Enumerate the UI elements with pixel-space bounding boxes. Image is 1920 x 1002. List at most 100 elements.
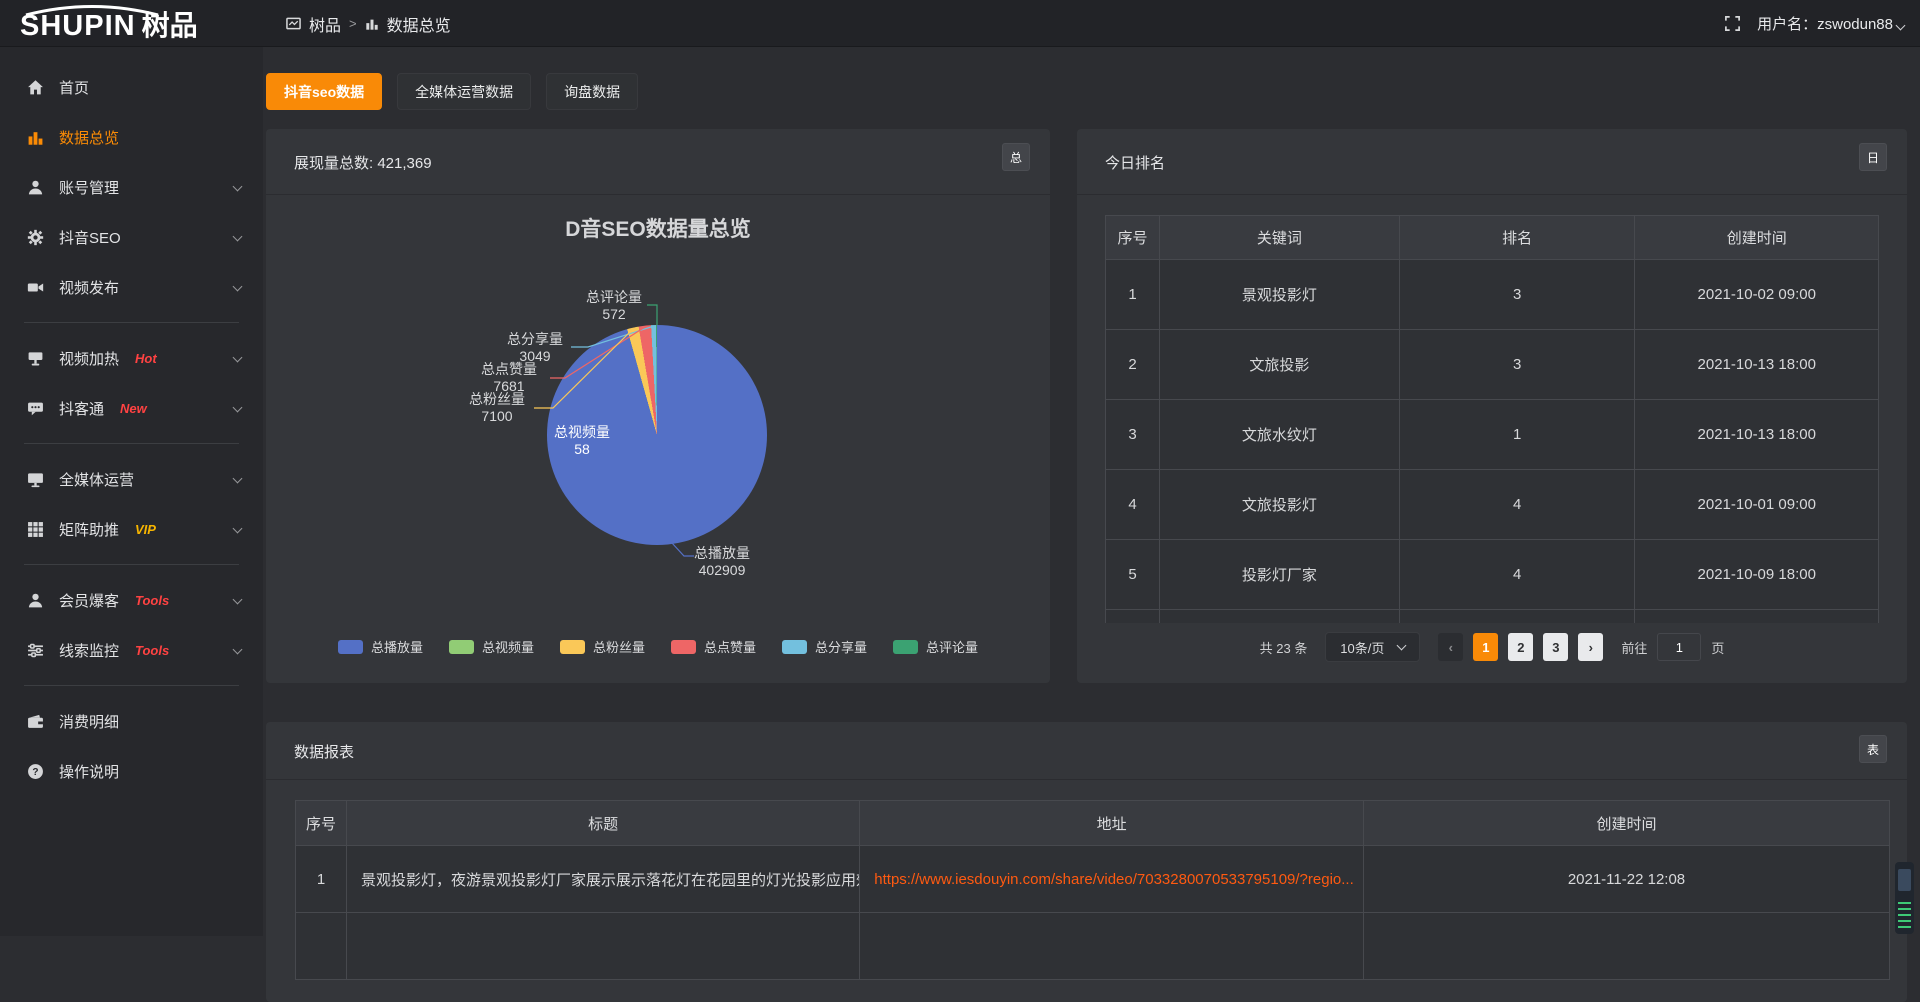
sidebar-item-media-operation[interactable]: 全媒体运营	[0, 454, 263, 504]
table-row-partial	[296, 913, 1890, 980]
username-label: 用户名：zswodun88	[1757, 16, 1893, 33]
chevron-down-icon	[233, 402, 243, 412]
pie-label-plays: 总播放量402909	[667, 545, 777, 579]
col-url: 地址	[860, 801, 1364, 846]
sidebar-divider	[24, 685, 239, 686]
overview-panel-header: 展现量总数: 421,369 总	[266, 129, 1050, 195]
table-row: 5投影灯厂家42021-10-09 18:00	[1106, 540, 1879, 610]
total-view-button[interactable]: 总	[1002, 143, 1030, 171]
table-header-row: 序号 关键词 排名 创建时间	[1106, 216, 1879, 260]
day-view-button[interactable]: 日	[1859, 143, 1887, 171]
grid-icon	[26, 520, 44, 538]
table-row-partial	[1106, 610, 1879, 624]
app-logo: SHUPIN 树品	[20, 4, 198, 44]
sidebar-item-member-baoke[interactable]: 会员爆客 Tools	[0, 575, 263, 625]
chevron-down-icon	[233, 281, 243, 291]
legend-item-videos[interactable]: 总视频量	[449, 637, 534, 656]
chat-icon	[26, 399, 44, 417]
sidebar-item-label: 抖音SEO	[59, 227, 121, 248]
heat-icon	[26, 349, 44, 367]
sidebar-item-help[interactable]: ? 操作说明	[0, 746, 263, 796]
legend-chip	[449, 640, 474, 654]
video-camera-icon	[26, 278, 44, 296]
breadcrumb-root[interactable]: 树品	[309, 12, 341, 36]
tab-inquiry[interactable]: 询盘数据	[546, 73, 638, 110]
sidebar-item-label: 首页	[59, 77, 89, 98]
monitor-icon	[26, 470, 44, 488]
gear-icon	[26, 228, 44, 246]
pie-chart-title: D音SEO数据量总览	[266, 213, 1050, 243]
ranking-panel-title: 今日排名	[1105, 129, 1165, 195]
bar-chart-icon	[365, 17, 379, 31]
report-table: 序号 标题 地址 创建时间 1 景观投影灯，夜游景观投影灯厂家展示展示落花灯在花…	[295, 800, 1890, 980]
legend-chip	[560, 640, 585, 654]
sidebar-item-label: 消费明细	[59, 711, 119, 732]
sidebar-item-video-publish[interactable]: 视频发布	[0, 262, 263, 312]
table-row: 3文旅水纹灯12021-10-13 18:00	[1106, 400, 1879, 470]
trend-icon	[286, 16, 301, 31]
prev-page-button[interactable]: ‹	[1438, 633, 1463, 661]
sidebar-divider	[24, 322, 239, 323]
vip-badge: VIP	[135, 522, 156, 537]
chevron-down-icon	[233, 594, 243, 604]
pie-label-likes: 总点赞量7681	[454, 361, 564, 395]
floating-widget[interactable]	[1895, 862, 1914, 934]
page-button-1[interactable]: 1	[1473, 633, 1498, 661]
pie-label-shares: 总分享量3049	[480, 331, 590, 365]
table-row: 1景观投影灯32021-10-02 09:00	[1106, 260, 1879, 330]
impressions-total: 展现量总数: 421,369	[294, 129, 432, 195]
legend-chip	[893, 640, 918, 654]
col-created: 创建时间	[1635, 216, 1879, 260]
table-header-row: 序号 标题 地址 创建时间	[296, 801, 1890, 846]
chevron-down-icon	[233, 352, 243, 362]
page-size-select[interactable]: 10条/页	[1325, 632, 1420, 662]
sidebar-item-douyin-seo[interactable]: 抖音SEO	[0, 212, 263, 262]
logo-arc-icon	[22, 4, 162, 16]
table-view-button[interactable]: 表	[1859, 735, 1887, 763]
wallet-icon	[26, 712, 44, 730]
tab-media-operation[interactable]: 全媒体运营数据	[397, 73, 531, 110]
video-url-cell: https://www.iesdouyin.com/share/video/70…	[860, 846, 1364, 913]
sidebar-item-doukertong[interactable]: 抖客通 New	[0, 383, 263, 433]
new-badge: New	[120, 401, 147, 416]
widget-thumb	[1898, 869, 1911, 891]
sidebar-divider	[24, 564, 239, 565]
video-title-cell: 景观投影灯，夜游景观投影灯厂家展示展示落花灯在花园里的灯光投影应用效果 #	[347, 846, 860, 913]
chevron-down-icon	[233, 644, 243, 654]
goto-page-input[interactable]	[1657, 633, 1701, 661]
sidebar-item-matrix-boost[interactable]: 矩阵助推 VIP	[0, 504, 263, 554]
pie-label-videos: 总视频量58	[527, 424, 637, 458]
page-button-2[interactable]: 2	[1508, 633, 1533, 661]
next-page-button[interactable]: ›	[1578, 633, 1603, 661]
legend-item-comments[interactable]: 总评论量	[893, 637, 978, 656]
legend-item-fans[interactable]: 总粉丝量	[560, 637, 645, 656]
chevron-down-icon	[1397, 641, 1407, 651]
widget-stripes	[1898, 902, 1911, 928]
sidebar-item-video-heat[interactable]: 视频加热 Hot	[0, 333, 263, 383]
legend-item-shares[interactable]: 总分享量	[782, 637, 867, 656]
legend-item-likes[interactable]: 总点赞量	[671, 637, 756, 656]
data-tabs: 抖音seo数据 全媒体运营数据 询盘数据	[266, 73, 638, 110]
username-menu[interactable]: 用户名：zswodun88	[1757, 13, 1904, 34]
legend-item-plays[interactable]: 总播放量	[338, 637, 423, 656]
bar-chart-icon	[26, 128, 44, 146]
sidebar-item-consumption-detail[interactable]: 消费明细	[0, 696, 263, 746]
sidebar-item-account[interactable]: 账号管理	[0, 162, 263, 212]
video-link[interactable]: https://www.iesdouyin.com/share/video/70…	[874, 871, 1354, 888]
sidebar-item-lead-monitor[interactable]: 线索监控 Tools	[0, 625, 263, 675]
sidebar-item-label: 全媒体运营	[59, 469, 134, 490]
page-button-3[interactable]: 3	[1543, 633, 1568, 661]
breadcrumb: 树品 > 数据总览	[286, 0, 451, 47]
pie-label-fans: 总粉丝量7100	[442, 391, 552, 425]
col-keyword: 关键词	[1160, 216, 1400, 260]
tools-badge: Tools	[135, 643, 169, 658]
goto-unit: 页	[1711, 638, 1724, 657]
sidebar-item-home[interactable]: 首页	[0, 62, 263, 112]
hot-badge: Hot	[135, 351, 157, 366]
tab-douyin-seo[interactable]: 抖音seo数据	[266, 73, 382, 110]
fullscreen-icon[interactable]	[1724, 15, 1741, 32]
user-icon	[26, 178, 44, 196]
overview-panel: 展现量总数: 421,369 总 D音SEO数据量总览 总评论量572 总分享量…	[266, 129, 1050, 683]
col-title: 标题	[347, 801, 860, 846]
sidebar-item-data-overview[interactable]: 数据总览	[0, 112, 263, 162]
